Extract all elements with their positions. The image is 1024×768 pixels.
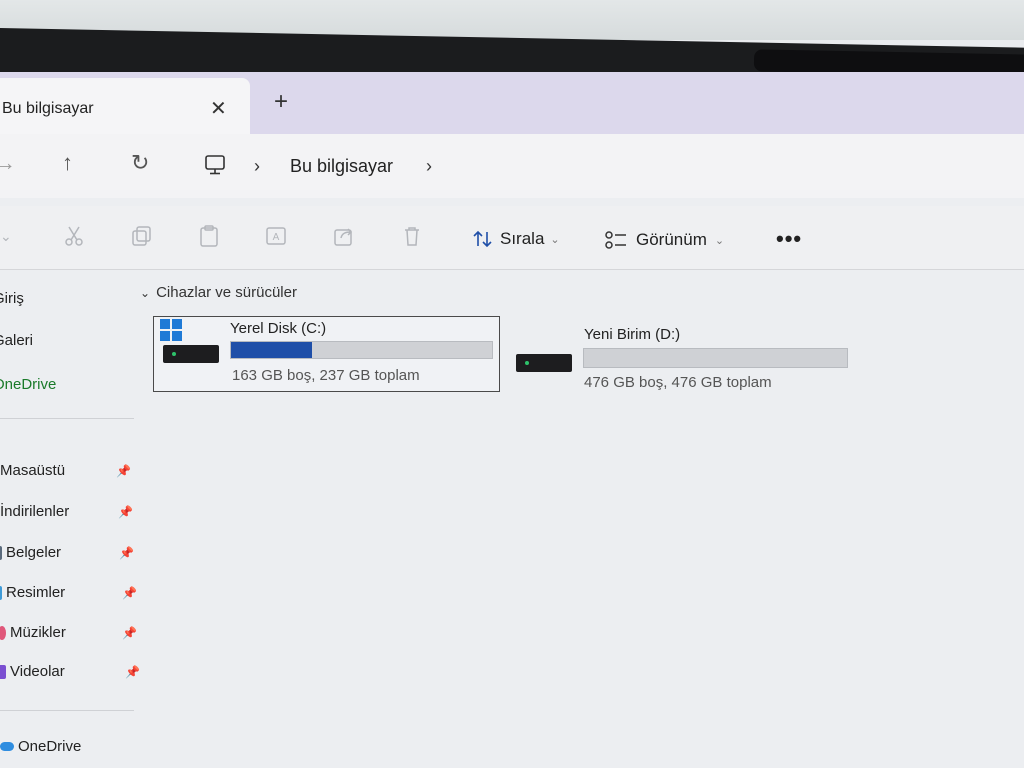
view-icon — [605, 231, 626, 249]
pin-icon[interactable]: 📌 — [122, 626, 137, 640]
drive-tile-d[interactable]: Yeni Birim (D:) 476 GB boş, 476 GB topla… — [510, 322, 860, 398]
view-button[interactable]: Görünüm ⌄ — [604, 230, 724, 250]
sidebar-item-label: Videolar — [10, 663, 65, 680]
sidebar-item-label: OneDrive — [0, 376, 57, 393]
chevron-down-icon: ⌄ — [550, 233, 560, 246]
pin-icon[interactable]: 📌 — [116, 464, 131, 478]
chevron-right-icon[interactable]: › — [254, 156, 260, 177]
pin-icon[interactable]: 📌 — [122, 586, 137, 600]
videos-folder-icon — [0, 664, 6, 679]
sidebar-item-label: Galeri — [0, 332, 34, 349]
chevron-down-icon: ⌄ — [714, 234, 725, 247]
sidebar-item-label: Belgeler — [6, 544, 62, 561]
sidebar-item-onedrive[interactable]: OneDrive — [0, 376, 56, 393]
copy-icon[interactable] — [130, 224, 154, 248]
content-pane: ⌄ Cihazlar ve sürücüler Yerel Disk (C:) … — [140, 272, 1024, 768]
rename-icon[interactable]: A — [264, 224, 288, 248]
tab-title: Bu bilgisayar — [2, 100, 94, 117]
view-label: Görünüm — [636, 230, 707, 249]
drive-icon — [163, 345, 219, 363]
sidebar-item-label: Masaüstü — [0, 462, 66, 479]
drive-icon — [516, 354, 572, 372]
divider — [0, 710, 134, 711]
drive-usage-bar — [583, 348, 848, 368]
chevron-right-icon[interactable]: › — [426, 156, 432, 177]
sidebar-item-videos[interactable]: Videolar 📌 — [0, 663, 140, 680]
windows-logo-icon — [160, 319, 182, 341]
drive-name: Yerel Disk (C:) — [230, 320, 327, 337]
group-label: Cihazlar ve sürücüler — [156, 284, 297, 301]
new-tab-button[interactable]: + — [274, 88, 288, 116]
file-explorer-window: Bu bilgisayar ✕ + → ↑ ↻ › Bu bilgisayar … — [0, 72, 1024, 768]
documents-folder-icon — [0, 545, 2, 560]
sort-label: Sırala — [500, 229, 545, 248]
up-arrow-icon[interactable]: ↑ — [62, 150, 73, 176]
navigation-pane: Giriş Galeri OneDrive Masaüstü 📌 İndiril… — [0, 272, 140, 768]
pictures-folder-icon — [0, 585, 2, 600]
pin-icon[interactable]: 📌 — [125, 665, 140, 679]
drive-usage-fill — [231, 342, 313, 358]
close-icon[interactable]: ✕ — [210, 96, 227, 121]
more-options-button[interactable]: ••• — [776, 226, 802, 252]
paste-icon[interactable] — [197, 224, 221, 248]
pin-icon[interactable]: 📌 — [119, 546, 134, 560]
divider — [0, 418, 134, 419]
sort-button[interactable]: Sırala ⌄ — [472, 228, 560, 250]
forward-icon[interactable]: → — [0, 150, 16, 176]
command-bar: ⌄ A Sırala ⌄ Görünüm ⌄ ••• — [0, 206, 1024, 270]
refresh-icon[interactable]: ↻ — [131, 150, 149, 176]
svg-text:A: A — [273, 232, 280, 243]
delete-icon[interactable] — [400, 224, 424, 248]
address-row: → ↑ ↻ › Bu bilgisayar › — [0, 134, 1024, 198]
sidebar-item-onedrive-bottom[interactable]: OneDrive — [0, 738, 81, 755]
tab-bar: Bu bilgisayar ✕ + — [0, 72, 1024, 134]
music-folder-icon — [0, 625, 6, 640]
drive-name: Yeni Birim (D:) — [584, 326, 681, 343]
group-header-devices[interactable]: ⌄ Cihazlar ve sürücüler — [140, 284, 297, 301]
pin-icon[interactable]: 📌 — [118, 505, 133, 519]
drive-tile-c[interactable]: Yerel Disk (C:) 163 GB boş, 237 GB topla… — [153, 316, 500, 392]
sidebar-item-label: OneDrive — [18, 738, 82, 755]
cut-icon[interactable] — [62, 224, 86, 248]
chevron-down-icon[interactable]: ⌄ — [0, 228, 24, 252]
sidebar-item-gallery[interactable]: Galeri — [0, 332, 33, 349]
sidebar-item-label: Müzikler — [10, 624, 66, 641]
sidebar-item-label: İndirilenler — [0, 503, 70, 520]
share-icon[interactable] — [332, 224, 356, 248]
drive-space-info: 163 GB boş, 237 GB toplam — [232, 367, 420, 384]
drive-space-info: 476 GB boş, 476 GB toplam — [584, 374, 772, 391]
sidebar-item-downloads[interactable]: İndirilenler 📌 — [0, 503, 133, 520]
drive-usage-bar — [230, 341, 493, 359]
sidebar-item-label: Giriş — [0, 290, 24, 307]
computer-icon[interactable] — [204, 154, 226, 176]
onedrive-icon — [0, 742, 14, 751]
sidebar-item-home[interactable]: Giriş — [0, 290, 24, 307]
sidebar-item-pictures[interactable]: Resimler 📌 — [0, 584, 137, 601]
sidebar-item-desktop[interactable]: Masaüstü 📌 — [0, 462, 131, 479]
chevron-down-icon: ⌄ — [140, 285, 151, 300]
sidebar-item-documents[interactable]: Belgeler 📌 — [0, 544, 134, 561]
sort-icon — [473, 230, 492, 248]
sidebar-item-music[interactable]: Müzikler 📌 — [0, 624, 137, 641]
sidebar-item-label: Resimler — [6, 584, 66, 601]
breadcrumb-this-pc[interactable]: Bu bilgisayar — [290, 156, 393, 177]
tab-this-pc[interactable]: Bu bilgisayar ✕ — [0, 78, 250, 134]
